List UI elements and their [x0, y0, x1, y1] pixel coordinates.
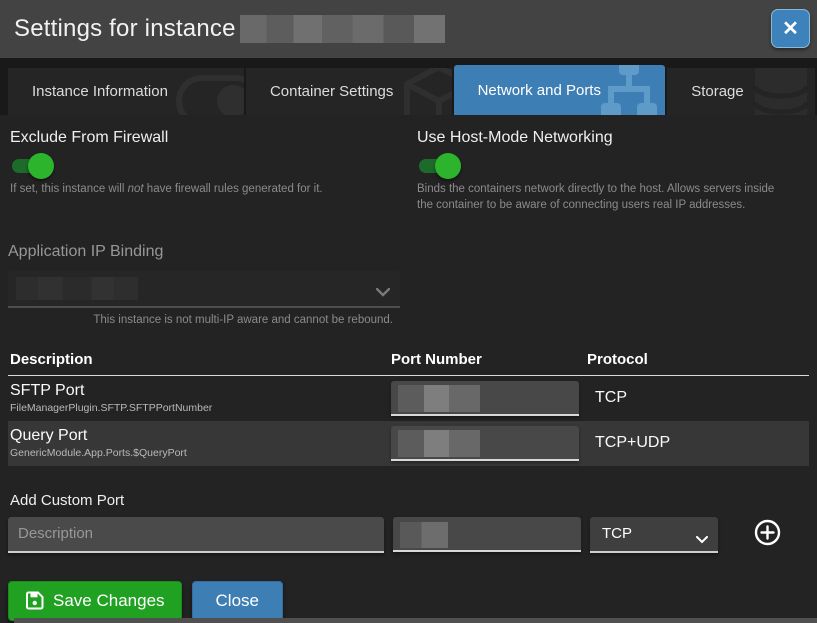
- host-mode-toggle[interactable]: [419, 153, 461, 179]
- tab-label: Storage: [691, 83, 744, 100]
- sftp-port-input[interactable]: [391, 380, 579, 416]
- instance-name-redacted: [239, 15, 445, 43]
- chevron-down-icon: [375, 284, 391, 302]
- save-changes-button[interactable]: Save Changes: [8, 580, 182, 621]
- table-row: SFTP Port FileManagerPlugin.SFTP.SFTPPor…: [8, 376, 809, 421]
- tab-container-settings[interactable]: Container Settings: [245, 68, 452, 115]
- ip-binding-value-redacted: [16, 277, 138, 301]
- ports-table: Description Port Number Protocol SFTP Po…: [8, 351, 809, 466]
- table-row: Query Port GenericModule.App.Ports.$Quer…: [8, 420, 809, 466]
- host-mode-help: Binds the containers network directly to…: [417, 183, 775, 211]
- ip-binding-label: Application IP Binding: [8, 243, 164, 261]
- port-value-redacted: [400, 522, 448, 549]
- custom-port-protocol-select[interactable]: TCP: [590, 516, 718, 553]
- network-and-ports-panel: Exclude From Firewall If set, this insta…: [0, 115, 817, 621]
- add-custom-port-section: Add Custom Port TCP: [8, 492, 809, 553]
- port-name: SFTP Port: [10, 382, 85, 400]
- port-value-redacted: [398, 384, 480, 412]
- tab-label: Instance Information: [32, 83, 168, 100]
- chevron-down-icon: [696, 531, 708, 548]
- toggle-icon: [175, 75, 244, 115]
- host-mode-label: Use Host-Mode Networking: [417, 129, 613, 146]
- protocol-selected-value: TCP: [602, 525, 632, 543]
- cube-icon: [400, 68, 452, 115]
- port-setting-key: FileManagerPlugin.SFTP.SFTPPortNumber: [10, 402, 213, 415]
- toggle-knob: [435, 153, 461, 179]
- port-protocol: TCP: [595, 389, 627, 407]
- modal-title: Settings for instance: [14, 15, 236, 42]
- tab-storage[interactable]: Storage: [667, 68, 815, 115]
- ip-binding-help: This instance is not multi-IP aware and …: [93, 314, 393, 327]
- tab-network-and-ports[interactable]: Network and Ports: [453, 65, 666, 115]
- close-icon: ✕: [782, 18, 799, 40]
- background-page-edge: [14, 618, 817, 623]
- exclude-firewall-label: Exclude From Firewall: [10, 129, 169, 146]
- port-name: Query Port: [10, 427, 88, 445]
- save-label: Save Changes: [53, 590, 165, 610]
- port-protocol: TCP+UDP: [595, 434, 671, 452]
- add-custom-port-label: Add Custom Port: [10, 491, 125, 509]
- database-icon: [749, 68, 813, 115]
- exclude-firewall-toggle[interactable]: [12, 153, 54, 179]
- circle-plus-icon: [754, 519, 781, 551]
- header-protocol: Protocol: [587, 350, 648, 368]
- port-setting-key: GenericModule.App.Ports.$QueryPort: [10, 447, 187, 460]
- tab-label: Container Settings: [269, 83, 394, 100]
- close-modal-button[interactable]: ✕: [771, 9, 810, 48]
- settings-tabstrip: Instance Information Container Settings …: [0, 58, 817, 115]
- header-description: Description: [10, 350, 93, 368]
- tab-label: Network and Ports: [477, 81, 601, 99]
- header-port-number: Port Number: [391, 350, 482, 368]
- toggle-knob: [28, 153, 54, 179]
- ports-table-header: Description Port Number Protocol: [8, 351, 809, 376]
- exclude-firewall-help: If set, this instance will not have fire…: [10, 183, 323, 195]
- add-port-button[interactable]: [754, 519, 781, 551]
- modal-titlebar: Settings for instance ✕: [0, 0, 817, 58]
- custom-port-number-input[interactable]: [393, 517, 581, 553]
- tab-instance-information[interactable]: Instance Information: [8, 68, 244, 115]
- port-value-redacted: [398, 429, 480, 457]
- save-icon: [25, 591, 44, 610]
- close-button[interactable]: Close: [191, 580, 283, 621]
- close-label: Close: [215, 590, 259, 610]
- custom-port-description-input[interactable]: [8, 516, 384, 553]
- ip-binding-select[interactable]: [8, 271, 400, 309]
- network-icon: [595, 65, 663, 115]
- query-port-input[interactable]: [391, 425, 579, 461]
